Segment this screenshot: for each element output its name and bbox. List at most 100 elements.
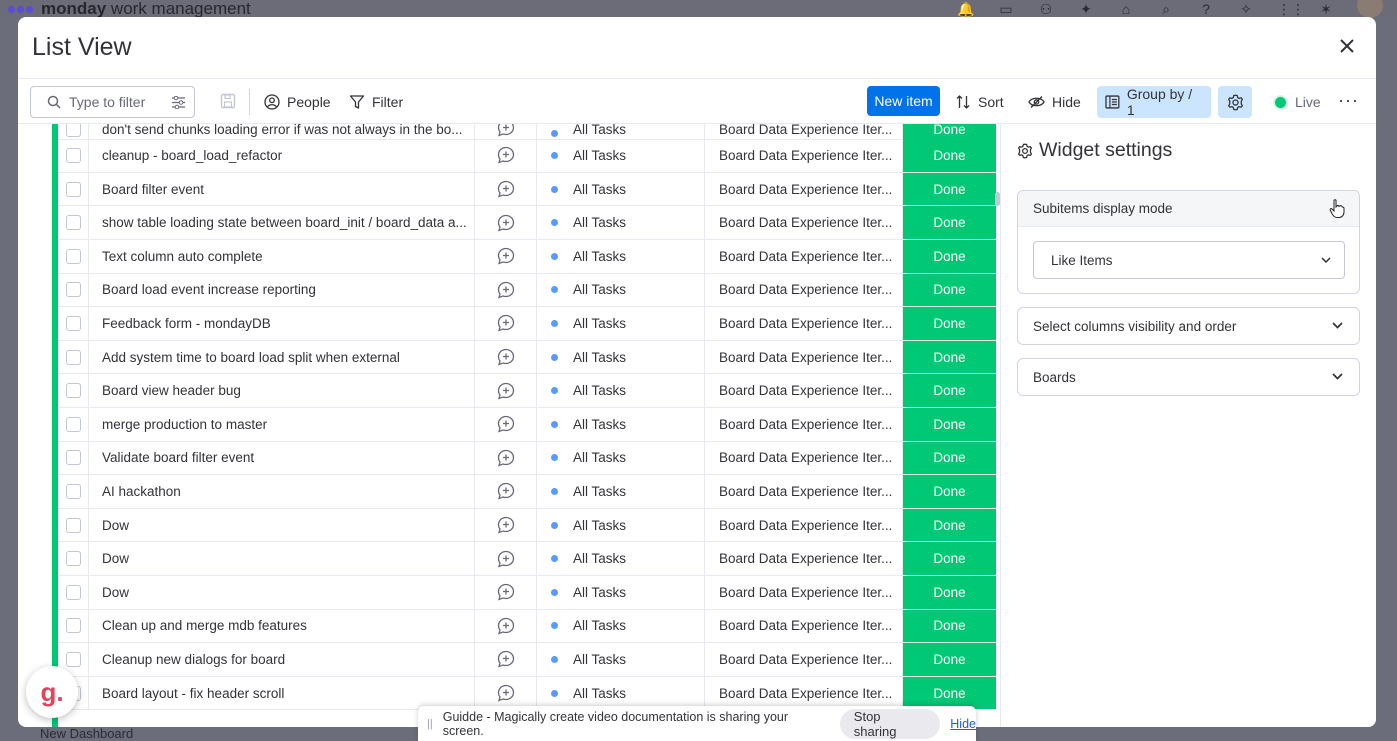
table-row[interactable]: Dow All Tasks Board Data Experience Iter..… <box>58 576 996 610</box>
filter-options-icon[interactable] <box>171 95 186 109</box>
add-update-icon[interactable] <box>475 139 537 172</box>
table-row[interactable]: Text column auto complete All Tasks Board … <box>58 240 996 274</box>
item-name-cell[interactable]: Text column auto complete <box>89 240 475 273</box>
item-name-cell[interactable]: Board filter event <box>89 172 475 206</box>
board-cell[interactable]: Board Data Experience Iter... <box>705 643 903 676</box>
app-logo[interactable]: monday work management <box>8 0 251 18</box>
item-name-cell[interactable]: Board layout - fix header scroll <box>89 676 475 710</box>
board-cell[interactable]: Board Data Experience Iter... <box>705 124 903 139</box>
status-cell[interactable]: Done <box>903 240 996 273</box>
board-cell[interactable]: Board Data Experience Iter... <box>705 374 903 407</box>
row-checkbox[interactable] <box>58 273 89 307</box>
table-row[interactable]: Board load event increase reporting All T… <box>58 273 996 308</box>
table-row[interactable]: show table loading state between board_i… <box>58 206 996 240</box>
table-row[interactable]: Add system time to board load split when… <box>58 340 996 375</box>
add-update-icon[interactable] <box>475 441 537 475</box>
add-update-icon[interactable] <box>475 240 537 273</box>
add-update-icon[interactable] <box>475 206 537 239</box>
add-update-icon[interactable] <box>475 124 537 139</box>
row-checkbox[interactable] <box>58 307 89 340</box>
hide-sharing-bar-link[interactable]: Hide <box>950 717 976 731</box>
table-row[interactable]: AI hackathon All Tasks Board Data Experien… <box>58 475 996 509</box>
item-name-cell[interactable]: merge production to master <box>89 408 475 441</box>
item-name-cell[interactable]: show table loading state between board_i… <box>89 206 475 239</box>
save-view-icon[interactable] <box>220 93 236 109</box>
board-cell[interactable]: Board Data Experience Iter... <box>705 340 903 374</box>
table-row[interactable]: Dow All Tasks Board Data Experience Iter..… <box>58 542 996 576</box>
add-update-icon[interactable] <box>475 643 537 676</box>
status-cell[interactable]: Done <box>903 542 996 575</box>
add-update-icon[interactable] <box>475 609 537 643</box>
more-options-icon[interactable]: ··· <box>1338 91 1359 109</box>
invite-members-icon[interactable]: ⚇ <box>1037 2 1055 16</box>
item-name-cell[interactable]: Dow <box>89 576 475 609</box>
subitems-mode-dropdown[interactable]: Like Items <box>1033 241 1345 279</box>
boards-header[interactable]: Boards <box>1018 359 1359 395</box>
filter-button[interactable]: Filter <box>341 86 411 118</box>
board-cell[interactable]: Board Data Experience Iter... <box>705 441 903 475</box>
board-cell[interactable]: Board Data Experience Iter... <box>705 475 903 508</box>
group-by-button[interactable]: Group by / 1 <box>1097 86 1211 118</box>
row-checkbox[interactable] <box>58 240 89 273</box>
board-cell[interactable]: Board Data Experience Iter... <box>705 206 903 239</box>
item-name-cell[interactable]: AI hackathon <box>89 475 475 508</box>
status-cell[interactable]: Done <box>903 576 996 609</box>
sort-button[interactable]: Sort <box>947 86 1012 118</box>
new-item-button[interactable]: New item <box>867 86 940 116</box>
status-cell[interactable]: Done <box>903 676 996 710</box>
columns-visibility-header[interactable]: Select columns visibility and order <box>1018 308 1359 344</box>
guidde-logo[interactable]: g. <box>26 666 78 718</box>
table-row[interactable]: Dow All Tasks Board Data Experience Iter..… <box>58 508 996 543</box>
table-row[interactable]: Feedback form - mondayDB All Tasks Board D… <box>58 307 996 341</box>
table-row[interactable]: merge production to master All Tasks Board… <box>58 408 996 442</box>
board-cell[interactable]: Board Data Experience Iter... <box>705 576 903 609</box>
row-checkbox[interactable] <box>58 576 89 609</box>
search-icon[interactable]: ⌕ <box>1157 2 1175 16</box>
add-update-icon[interactable] <box>475 542 537 575</box>
help-icon[interactable]: ? <box>1197 2 1215 16</box>
hide-columns-button[interactable]: Hide <box>1020 86 1089 118</box>
table-row[interactable]: Validate board filter event All Tasks Boar… <box>58 441 996 476</box>
add-update-icon[interactable] <box>475 340 537 374</box>
status-cell[interactable]: Done <box>903 475 996 508</box>
table-row[interactable]: Clean up and merge mdb features All Tasks… <box>58 609 996 644</box>
add-update-icon[interactable] <box>475 676 537 710</box>
row-checkbox[interactable] <box>58 172 89 206</box>
row-checkbox[interactable] <box>58 441 89 475</box>
status-cell[interactable]: Done <box>903 172 996 206</box>
row-checkbox[interactable] <box>58 340 89 374</box>
integrations-icon[interactable]: ⌂ <box>1117 2 1135 16</box>
status-cell[interactable]: Done <box>903 273 996 307</box>
status-cell[interactable]: Done <box>903 307 996 340</box>
item-name-cell[interactable]: cleanup - board_load_refactor <box>89 139 475 172</box>
filter-input[interactable]: Type to filter <box>30 86 195 118</box>
row-checkbox[interactable] <box>58 475 89 508</box>
row-checkbox[interactable] <box>58 508 89 542</box>
item-name-cell[interactable]: Clean up and merge mdb features <box>89 609 475 643</box>
status-cell[interactable]: Done <box>903 508 996 542</box>
panel-resize-handle[interactable] <box>995 192 1000 206</box>
status-cell[interactable]: Done <box>903 124 996 139</box>
item-name-cell[interactable]: Add system time to board load split when… <box>89 340 475 374</box>
row-checkbox[interactable] <box>58 609 89 643</box>
row-checkbox[interactable] <box>58 139 89 172</box>
item-name-cell[interactable]: Feedback form - mondayDB <box>89 307 475 340</box>
ai-sparkle-icon[interactable]: ✧ <box>1237 2 1255 16</box>
widget-settings-button[interactable] <box>1218 86 1252 118</box>
live-toggle[interactable]: Live <box>1267 86 1329 118</box>
notifications-bell-icon[interactable]: 🔔 <box>957 2 975 16</box>
board-cell[interactable]: Board Data Experience Iter... <box>705 408 903 441</box>
add-update-icon[interactable] <box>475 475 537 508</box>
close-icon[interactable] <box>1338 37 1356 55</box>
row-checkbox[interactable] <box>58 408 89 441</box>
board-cell[interactable]: Board Data Experience Iter... <box>705 139 903 172</box>
board-cell[interactable]: Board Data Experience Iter... <box>705 307 903 340</box>
board-cell[interactable]: Board Data Experience Iter... <box>705 609 903 643</box>
item-name-cell[interactable]: Board load event increase reporting <box>89 273 475 307</box>
add-update-icon[interactable] <box>475 576 537 609</box>
product-switcher-icon[interactable]: ⋮⋮ <box>1277 2 1305 16</box>
add-update-icon[interactable] <box>475 408 537 441</box>
board-cell[interactable]: Board Data Experience Iter... <box>705 172 903 206</box>
add-update-icon[interactable] <box>475 273 537 307</box>
table-row[interactable]: cleanup - board_load_refactor All Tasks Bo… <box>58 139 996 173</box>
